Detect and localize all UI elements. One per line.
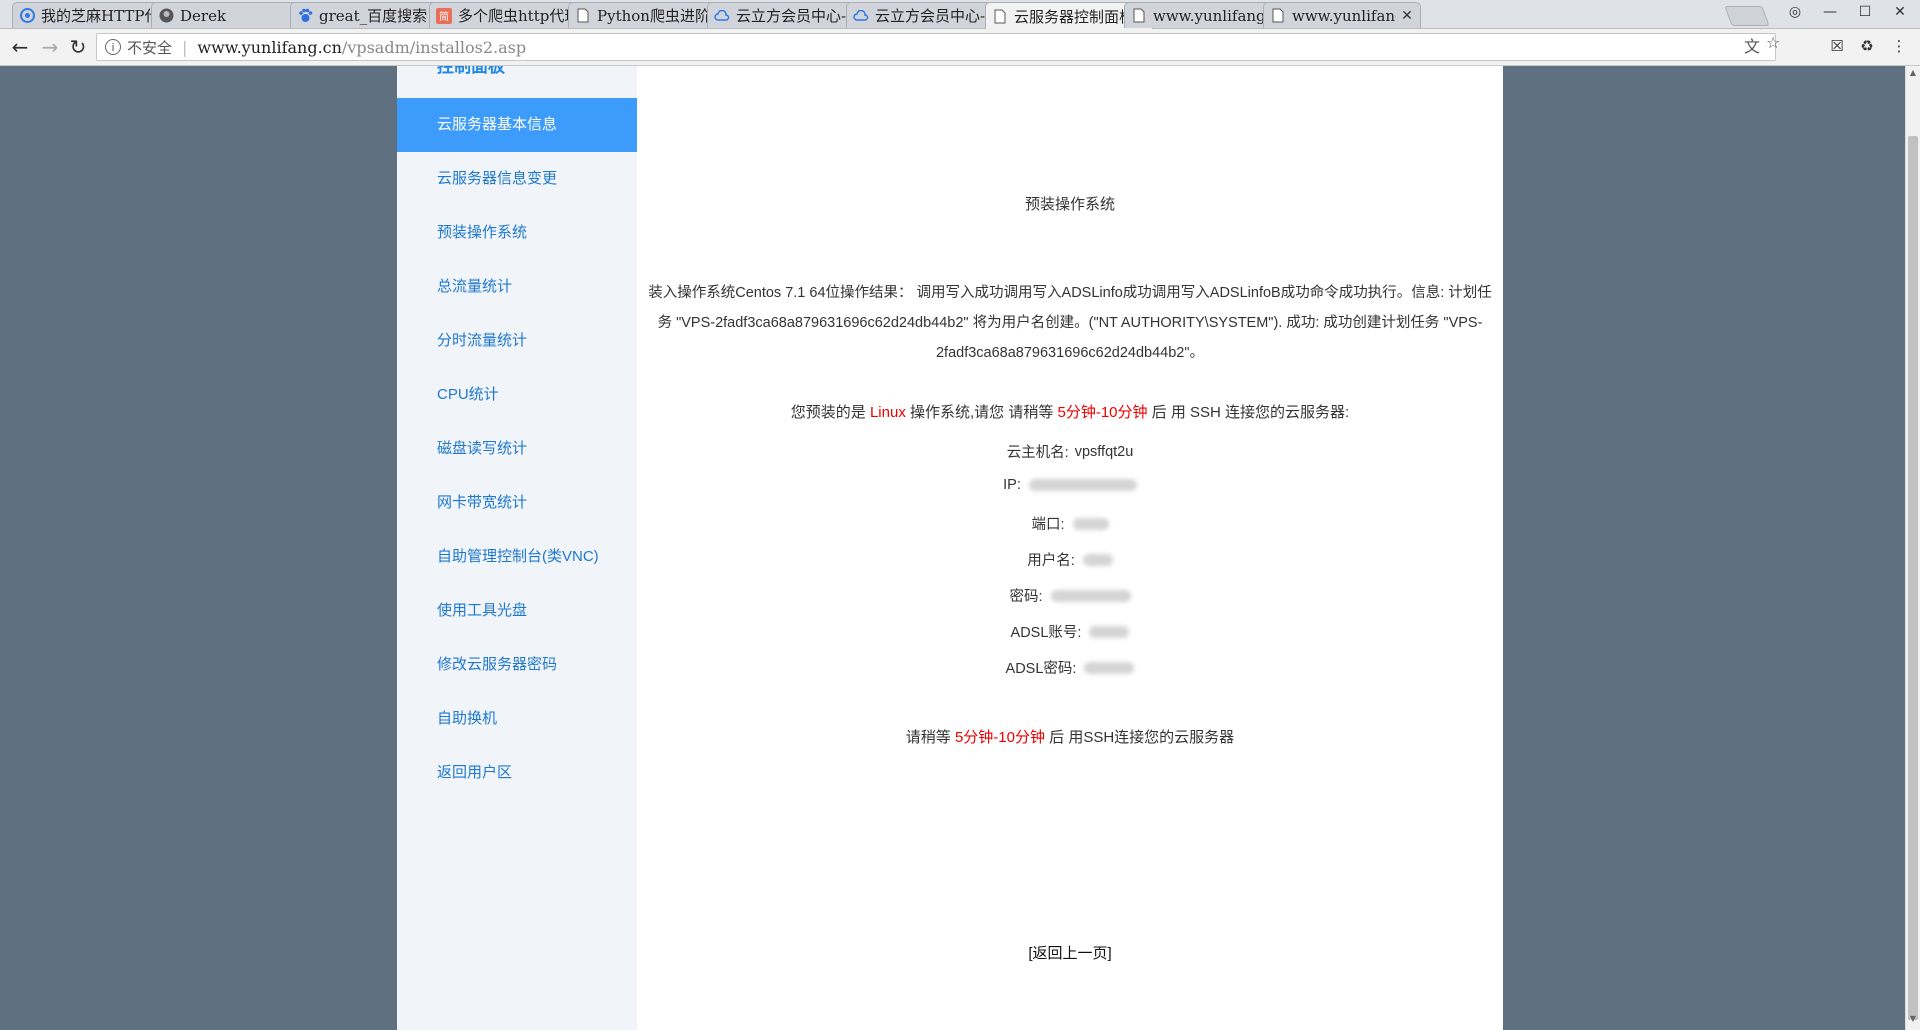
cloud-icon xyxy=(714,8,730,24)
tab-title: www.yunlifang.c xyxy=(1153,6,1267,25)
sidebar: 控制面板 云服务器基本信息 云服务器信息变更 预装操作系统 总流量统计 分时流量… xyxy=(397,66,637,1030)
cloud-icon xyxy=(853,8,869,24)
url-separator: | xyxy=(182,37,188,57)
menu-dots-icon[interactable]: ⋮ xyxy=(1890,37,1908,55)
maximize-button[interactable]: ☐ xyxy=(1850,4,1880,20)
tab-title: 云服务器控制面板 xyxy=(1014,7,1128,26)
profile-icon[interactable]: ◎ xyxy=(1780,4,1810,20)
install-notice: 您预装的是 Linux 操作系统,请您 请稍等 5分钟-10分钟 后 用 SSH… xyxy=(637,401,1503,422)
info-row-adsl-password: ADSL密码: xyxy=(637,657,1503,678)
avatar-icon xyxy=(158,8,174,24)
tab-title: 云立方会员中心- xyxy=(875,7,986,25)
tab-bar: 我的芝麻HTTP代理 ✕ Derek ✕ great_百度搜索 ✕ 简 多个爬虫… xyxy=(0,0,1920,29)
page-icon xyxy=(1131,8,1147,24)
scroll-thumb[interactable] xyxy=(1908,136,1918,1020)
tab-title: 多个爬虫http代理 xyxy=(458,7,572,25)
window-close-button[interactable]: ✕ xyxy=(1885,4,1915,20)
reload-icon[interactable]: ↻ xyxy=(66,35,90,59)
redacted-value xyxy=(1084,661,1135,674)
recycle-icon[interactable]: ♻ xyxy=(1858,37,1876,55)
notice-os: Linux xyxy=(869,404,906,421)
scroll-down-icon[interactable]: ▼ xyxy=(1906,1014,1920,1028)
page-icon xyxy=(575,8,591,24)
star-icon[interactable]: ☆ xyxy=(1766,33,1780,52)
extension-x-icon[interactable]: ☒ xyxy=(1828,37,1846,55)
sidebar-item-user-area[interactable]: 返回用户区 xyxy=(397,746,637,800)
forward-arrow-icon[interactable]: → xyxy=(38,35,62,59)
sidebar-item-total-traffic[interactable]: 总流量统计 xyxy=(397,260,637,314)
page-scrollbar[interactable]: ▲ ▼ xyxy=(1905,66,1920,1030)
scroll-up-icon[interactable]: ▲ xyxy=(1906,68,1920,82)
tab-9[interactable]: www.yunlifang.c ✕ xyxy=(1263,2,1421,28)
info-row-password: 密码: xyxy=(637,585,1503,606)
main-content: 预装操作系统 装入操作系统Centos 7.1 64位操作结果： 调用写入成功调… xyxy=(637,66,1503,1030)
sidebar-item-nic-bandwidth[interactable]: 网卡带宽统计 xyxy=(397,476,637,530)
sidebar-item-basic-info[interactable]: 云服务器基本信息 xyxy=(397,98,637,152)
sidebar-item-change-password[interactable]: 修改云服务器密码 xyxy=(397,638,637,692)
sidebar-item-vnc-console[interactable]: 自助管理控制台(类VNC) xyxy=(397,530,637,584)
tab-title: Python爬虫进阶 xyxy=(597,7,710,25)
redacted-value xyxy=(1082,553,1113,566)
info-row-ip: IP: xyxy=(637,477,1503,493)
back-link[interactable]: [返回上一页] xyxy=(637,942,1503,963)
translate-icon[interactable]: 文 xyxy=(1744,33,1760,57)
close-icon[interactable]: ✕ xyxy=(1400,8,1414,24)
tab-title: Derek xyxy=(180,6,227,25)
sesame-icon xyxy=(19,8,35,24)
page-viewport: 控制面板 云服务器基本信息 云服务器信息变更 预装操作系统 总流量统计 分时流量… xyxy=(0,66,1905,1030)
tab-title: 我的芝麻HTTP代理 xyxy=(41,7,155,25)
field-label: ADSL密码: xyxy=(1005,661,1077,677)
new-tab-button[interactable] xyxy=(1724,6,1770,26)
sidebar-item-preinstall-os[interactable]: 预装操作系统 xyxy=(397,206,637,260)
field-label: 用户名: xyxy=(1027,553,1075,569)
redacted-value xyxy=(1089,625,1130,638)
notice-post: 后 用 SSH 连接您的云服务器: xyxy=(1147,404,1350,421)
wait-pre: 请稍等 xyxy=(905,729,955,746)
info-row-hostname: 云主机名: vpsffqt2u xyxy=(637,441,1503,462)
wait-time: 5分钟-10分钟 xyxy=(954,729,1045,746)
insecure-label: 不安全 xyxy=(127,38,173,57)
back-arrow-icon[interactable]: ← xyxy=(8,35,32,59)
address-toolbar: ← → ↻ i 不安全 | www.yunlifang.cn/vpsadm/in… xyxy=(0,29,1920,66)
sidebar-item-tool-cd[interactable]: 使用工具光盘 xyxy=(397,584,637,638)
info-icon[interactable]: i xyxy=(105,39,121,55)
page-title: 预装操作系统 xyxy=(1024,196,1115,213)
page-icon xyxy=(1270,8,1286,24)
sidebar-item-cpu-stats[interactable]: CPU统计 xyxy=(397,368,637,422)
notice-wait-time: 5分钟-10分钟 xyxy=(1057,404,1148,421)
page-icon xyxy=(992,8,1008,24)
tab-title: 云立方会员中心- xyxy=(736,7,847,25)
notice-pre: 您预装的是 xyxy=(790,404,870,421)
field-label: IP: xyxy=(1003,477,1021,493)
wait-message: 请稍等 5分钟-10分钟 后 用SSH连接您的云服务器 xyxy=(637,726,1503,747)
notice-mid: 操作系统,请您 请稍等 xyxy=(905,404,1058,421)
sidebar-item-hourly-traffic[interactable]: 分时流量统计 xyxy=(397,314,637,368)
baidu-icon xyxy=(297,8,313,24)
sidebar-item-disk-io[interactable]: 磁盘读写统计 xyxy=(397,422,637,476)
install-result-text: 装入操作系统Centos 7.1 64位操作结果： 调用写入成功调用写入ADSL… xyxy=(648,285,1492,361)
field-label: ADSL账号: xyxy=(1010,625,1082,641)
url-host: www.yunlifang.cn xyxy=(197,37,342,57)
field-label: 云主机名: xyxy=(1006,445,1069,461)
sidebar-heading: 控制面板 xyxy=(437,66,505,76)
wait-post: 后 用SSH连接您的云服务器 xyxy=(1045,729,1235,746)
redacted-value xyxy=(1028,479,1137,491)
url-path: /vpsadm/installos2.asp xyxy=(341,37,527,57)
field-value: vpsffqt2u xyxy=(1074,443,1134,460)
sidebar-item-info-change[interactable]: 云服务器信息变更 xyxy=(397,152,637,206)
field-label: 端口: xyxy=(1031,517,1065,533)
minimize-button[interactable]: — xyxy=(1815,4,1845,20)
redacted-value xyxy=(1050,589,1131,602)
info-row-username: 用户名: xyxy=(637,549,1503,570)
jianshu-icon: 简 xyxy=(436,7,452,24)
sidebar-item-self-swap[interactable]: 自助换机 xyxy=(397,692,637,746)
address-bar[interactable]: i 不安全 | www.yunlifang.cn/vpsadm/installo… xyxy=(96,33,1776,61)
redacted-value xyxy=(1072,517,1109,530)
tab-title: www.yunlifang.c xyxy=(1292,6,1396,25)
tab-title: great_百度搜索 xyxy=(319,7,428,25)
info-row-adsl-account: ADSL账号: xyxy=(637,621,1503,642)
field-label: 密码: xyxy=(1009,589,1043,605)
info-row-port: 端口: xyxy=(637,513,1503,534)
